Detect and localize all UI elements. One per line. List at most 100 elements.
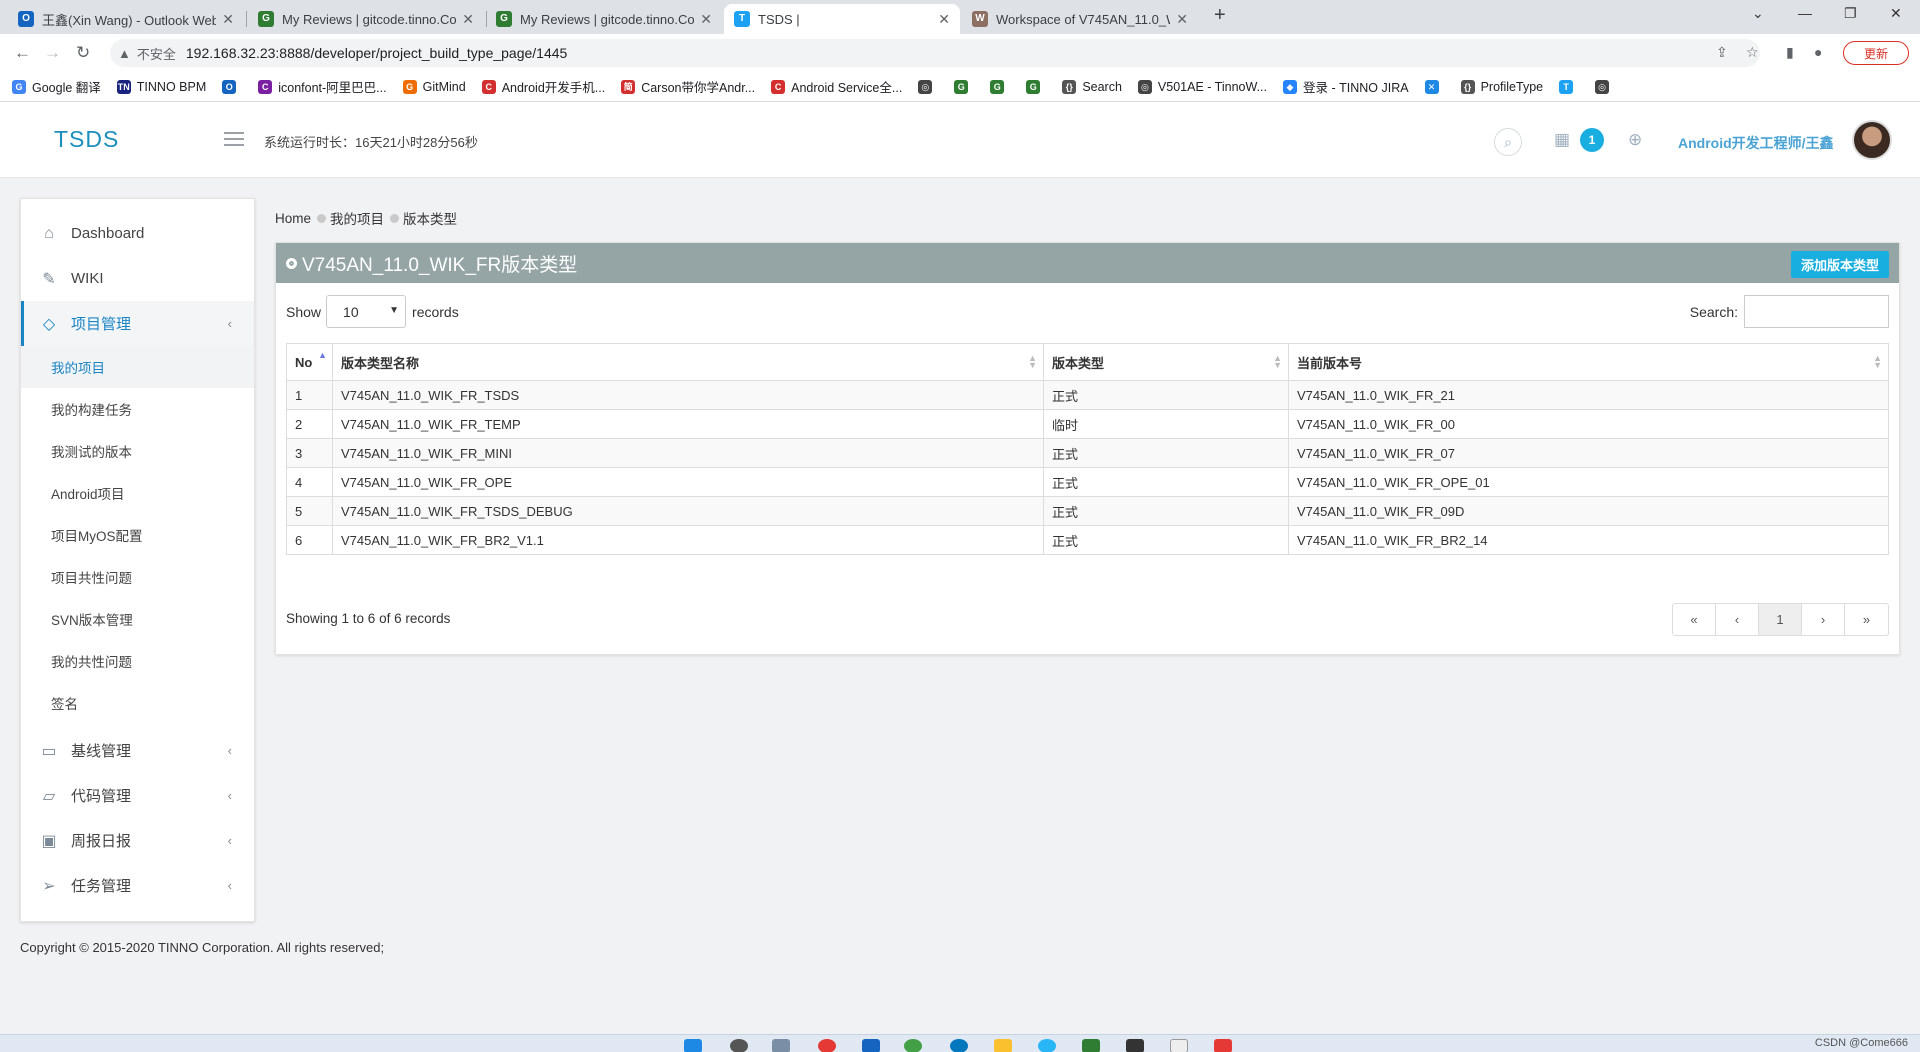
wechat-icon[interactable] bbox=[904, 1039, 922, 1052]
add-build-type-button[interactable]: 添加版本类型 bbox=[1790, 251, 1889, 278]
column-header[interactable]: 当前版本号 ▲ ▼ bbox=[1288, 343, 1889, 381]
new-tab-button[interactable]: + bbox=[1214, 4, 1226, 27]
table-row[interactable]: 3 V745AN_11.0_WIK_FR_MINI 正式 V745AN_11.0_WI… bbox=[286, 438, 1889, 468]
page-size-select[interactable]: 10 ▼ bbox=[326, 295, 407, 328]
bookmark-item[interactable]: ◎ bbox=[1595, 79, 1615, 94]
sidebar-item-4[interactable]: ▱ 代码管理 ‹ bbox=[21, 773, 254, 818]
bookmark-item[interactable]: C Android开发手机... bbox=[481, 77, 605, 96]
search-input[interactable] bbox=[1744, 295, 1889, 328]
bookmark-item[interactable]: {} Search bbox=[1062, 79, 1122, 94]
close-window-icon[interactable]: ✕ bbox=[1890, 5, 1902, 22]
profile-icon[interactable]: ● bbox=[1814, 44, 1822, 60]
user-name[interactable]: Android开发工程师/王鑫 bbox=[1678, 133, 1834, 153]
search-taskbar-icon[interactable] bbox=[730, 1039, 748, 1052]
bookmark-item[interactable]: ✕ bbox=[1424, 79, 1445, 94]
app-icon[interactable] bbox=[1038, 1039, 1056, 1052]
table-row[interactable]: 5 V745AN_11.0_WIK_FR_TSDS_DEBUG 正式 V745AN_1… bbox=[286, 496, 1889, 526]
menu-toggle-icon[interactable] bbox=[224, 132, 244, 146]
app-logo[interactable]: TSDS bbox=[54, 126, 119, 153]
bookmark-item[interactable]: {} ProfileType bbox=[1460, 79, 1543, 94]
sidebar-subitem[interactable]: 项目共性问题 bbox=[21, 556, 254, 598]
bookmark-item[interactable]: T bbox=[1559, 79, 1579, 94]
sidebar-item-5[interactable]: ▣ 周报日报 ‹ bbox=[21, 818, 254, 863]
update-button[interactable]: 更新 bbox=[1843, 41, 1909, 65]
sidebar-subitem[interactable]: Android项目 bbox=[21, 472, 254, 514]
globe-icon[interactable]: ⊕ bbox=[1628, 130, 1642, 150]
windows-start-icon[interactable] bbox=[684, 1039, 702, 1052]
close-tab-icon[interactable]: ✕ bbox=[462, 11, 474, 28]
edge-icon[interactable] bbox=[950, 1039, 968, 1052]
store-icon[interactable] bbox=[862, 1039, 880, 1052]
browser-tab[interactable]: W Workspace of V745AN_11.0_W ✕ bbox=[962, 4, 1198, 34]
avatar[interactable] bbox=[1852, 120, 1892, 160]
sidebar-subitem[interactable]: 项目MyOS配置 bbox=[21, 514, 254, 556]
sidebar-item-1[interactable]: ✎ WIKI bbox=[21, 256, 254, 301]
terminal-icon[interactable] bbox=[1126, 1039, 1144, 1052]
url-bar[interactable]: ▲ 不安全 192.168.32.23:8888/developer/proje… bbox=[110, 39, 1760, 67]
column-header[interactable]: 版本类型名称 ▲ ▼ bbox=[332, 343, 1044, 381]
sidebar-subitem[interactable]: 我的项目 bbox=[21, 346, 254, 388]
restore-icon[interactable]: ❐ bbox=[1844, 5, 1857, 22]
reload-icon[interactable]: ↻ bbox=[76, 43, 90, 63]
minimize-icon[interactable]: — bbox=[1798, 5, 1812, 21]
bookmark-item[interactable]: G bbox=[954, 79, 974, 94]
bookmark-star-icon[interactable]: ☆ bbox=[1746, 44, 1759, 61]
pager-button[interactable]: « bbox=[1673, 604, 1716, 635]
close-tab-icon[interactable]: ✕ bbox=[1176, 11, 1188, 28]
sidebar-item-0[interactable]: ⌂ Dashboard bbox=[21, 211, 254, 256]
sidebar-item-2[interactable]: ◇ 项目管理 ‹ bbox=[21, 301, 254, 346]
close-tab-icon[interactable]: ✕ bbox=[938, 11, 950, 28]
forward-icon[interactable]: → bbox=[44, 43, 61, 63]
sidebar-subitem[interactable]: 签名 bbox=[21, 682, 254, 724]
table-row[interactable]: 6 V745AN_11.0_WIK_FR_BR2_V1.1 正式 V745AN_11.… bbox=[286, 525, 1889, 555]
sidebar-subitem[interactable]: 我的构建任务 bbox=[21, 388, 254, 430]
bookmark-item[interactable]: ◎ bbox=[918, 79, 938, 94]
bookmark-item[interactable]: C Android Service全... bbox=[771, 77, 902, 96]
back-icon[interactable]: ← bbox=[14, 43, 31, 63]
table-row[interactable]: 1 V745AN_11.0_WIK_FR_TSDS 正式 V745AN_11.0_WI… bbox=[286, 380, 1889, 410]
explorer-icon[interactable] bbox=[994, 1039, 1012, 1052]
sidepanel-icon[interactable]: ▮ bbox=[1786, 44, 1794, 61]
bookmark-item[interactable]: ◎ V501AE - TinnoW... bbox=[1137, 79, 1267, 94]
close-tab-icon[interactable]: ✕ bbox=[700, 11, 712, 28]
browser-tab[interactable]: G My Reviews | gitcode.tinno.Co ✕ bbox=[248, 4, 484, 34]
bookmark-item[interactable]: G GitMind bbox=[402, 79, 466, 94]
breadcrumb-item[interactable]: 我的项目 bbox=[330, 208, 384, 228]
notepad-icon[interactable] bbox=[1170, 1039, 1188, 1052]
bookmark-item[interactable]: 简 Carson带你学Andr... bbox=[621, 77, 755, 96]
calendar-icon[interactable]: ▦ bbox=[1554, 130, 1570, 150]
bookmark-item[interactable]: G bbox=[1026, 79, 1046, 94]
bookmark-item[interactable]: Ciconfont-阿里巴巴... bbox=[258, 77, 387, 96]
tool-icon[interactable] bbox=[1214, 1039, 1232, 1052]
bookmark-item[interactable]: ◆ 登录 - TINNO JIRA bbox=[1283, 77, 1409, 96]
column-header[interactable]: 版本类型 ▲ ▼ bbox=[1043, 343, 1289, 381]
pager-button[interactable]: » bbox=[1845, 604, 1888, 635]
browser-tab[interactable]: T TSDS | ✕ bbox=[724, 4, 960, 34]
search-icon[interactable]: ⌕ bbox=[1494, 128, 1522, 156]
sidebar-item-3[interactable]: ▭ 基线管理 ‹ bbox=[21, 728, 254, 773]
table-row[interactable]: 4 V745AN_11.0_WIK_FR_OPE 正式 V745AN_11.0_WIK… bbox=[286, 467, 1889, 497]
notification-badge[interactable]: 1 bbox=[1580, 128, 1604, 152]
excel-icon[interactable] bbox=[1082, 1039, 1100, 1052]
taskview-icon[interactable] bbox=[772, 1039, 790, 1052]
bookmark-item[interactable]: TN TINNO BPM bbox=[116, 79, 206, 94]
pager-button[interactable]: › bbox=[1802, 604, 1845, 635]
browser-tab[interactable]: G My Reviews | gitcode.tinno.Co ✕ bbox=[486, 4, 722, 34]
breadcrumb-item[interactable]: Home bbox=[275, 211, 311, 226]
pager-button[interactable]: 1 bbox=[1759, 604, 1802, 635]
table-row[interactable]: 2 V745AN_11.0_WIK_FR_TEMP 临时 V745AN_11.0_WI… bbox=[286, 409, 1889, 439]
share-icon[interactable]: ⇪ bbox=[1716, 44, 1728, 61]
bookmark-item[interactable]: G Google 翻译 bbox=[12, 77, 101, 96]
sidebar-subitem[interactable]: 我测试的版本 bbox=[21, 430, 254, 472]
chrome-icon[interactable] bbox=[818, 1039, 836, 1052]
close-tab-icon[interactable]: ✕ bbox=[222, 11, 234, 28]
sidebar-subitem[interactable]: SVN版本管理 bbox=[21, 598, 254, 640]
url-text[interactable]: 192.168.32.23:8888/developer/project_bui… bbox=[186, 45, 567, 61]
bookmark-item[interactable]: G bbox=[990, 79, 1010, 94]
sidebar-subitem[interactable]: 我的共性问题 bbox=[21, 640, 254, 682]
pager-button[interactable]: ‹ bbox=[1716, 604, 1759, 635]
sidebar-item-6[interactable]: ➢ 任务管理 ‹ bbox=[21, 863, 254, 908]
column-header[interactable]: No ▲ bbox=[286, 343, 333, 381]
browser-tab[interactable]: O 王鑫(Xin Wang) - Outlook Web ✕ bbox=[8, 4, 244, 34]
tab-search-icon[interactable]: ⌄ bbox=[1752, 5, 1764, 22]
